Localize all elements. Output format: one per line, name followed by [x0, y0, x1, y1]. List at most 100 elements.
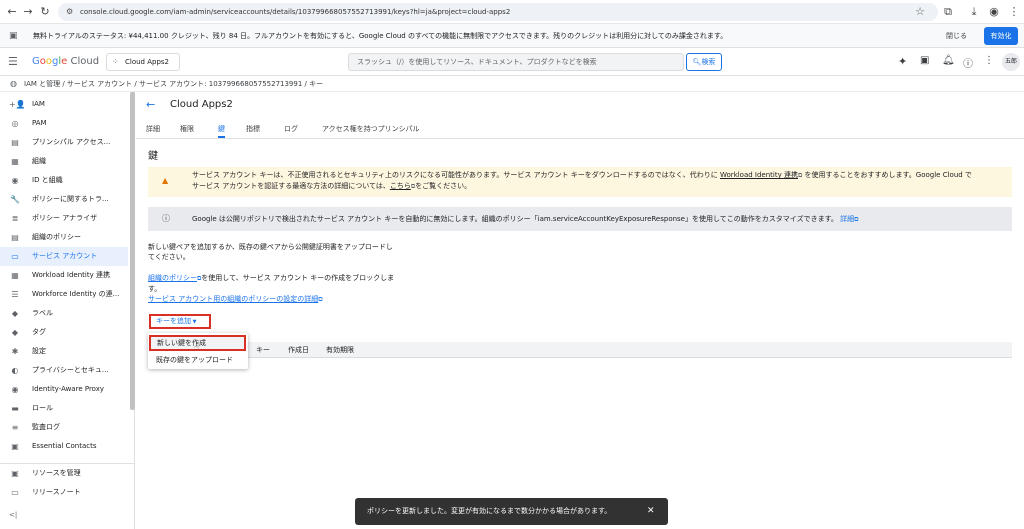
sidebar-item-icon: ≣ [11, 214, 19, 223]
keys-table-header: キー 作成日 有効期限 [148, 342, 1012, 358]
info-details-link[interactable]: 詳細 [840, 215, 854, 223]
project-icon: ⁘ [112, 57, 119, 66]
tab-divider [136, 138, 1024, 139]
sidebar-item-manage-resources[interactable]: ▣ リソースを管理 [0, 464, 128, 483]
dismiss-button[interactable]: 閉じる [946, 29, 967, 43]
column-header-expiry[interactable]: 有効期限 [326, 342, 354, 358]
warning-text-2: を使用することをおすすめします。Google Cloud で [802, 171, 972, 179]
breadcrumb-text[interactable]: IAM と管理 / サービス アカウント / サービス アカウント: 10379… [24, 76, 323, 92]
profile-icon[interactable]: ◉ [986, 4, 1002, 20]
search-input[interactable]: スラッシュ（/）を使用してリソース、ドキュメント、プロダクトなどを検索 [348, 53, 684, 71]
console-header: ☰ Google Cloud ⁘ Cloud Apps2 スラッシュ（/）を使用… [0, 48, 1024, 76]
dropdown-arrow-icon: ▼ [191, 319, 197, 325]
tab-4[interactable]: ログ [284, 122, 298, 136]
warning-line2: サービス アカウントを認証する最適な方法の詳細については、こちら⧉をご覧ください… [192, 181, 1004, 192]
sidebar-item-icon: 🔧 [10, 195, 20, 204]
sidebar-scrollbar[interactable] [130, 92, 135, 410]
tab-1[interactable]: 権限 [180, 122, 194, 136]
sidebar-item-18[interactable]: ▣ Essential Contacts [0, 437, 128, 456]
sidebar-item-8[interactable]: ▭ サービス アカウント [0, 247, 128, 266]
sidebar-item-17[interactable]: ≡ 監査ログ [0, 418, 128, 437]
sidebar-item-label: ポリシー アナライザ [32, 214, 98, 222]
help-icon[interactable]: ⓘ [963, 55, 973, 70]
main-menu-icon[interactable]: ☰ [8, 55, 18, 69]
sidebar-item-icon: ▦ [11, 271, 19, 280]
address-bar[interactable]: ⚙ console.cloud.google.com/iam-admin/ser… [58, 3, 938, 21]
activate-button[interactable]: 有効化 [984, 27, 1018, 45]
tab-0[interactable]: 詳細 [146, 122, 160, 136]
sidebar-item-13[interactable]: ✱ 設定 [0, 342, 128, 361]
sidebar-item-label: リリースノート [32, 488, 81, 496]
policy-detail-link[interactable]: サービス アカウント用の組織のポリシーの設定の詳細 [148, 295, 318, 303]
site-info-icon[interactable]: ⚙ [66, 3, 73, 21]
column-header-key[interactable]: キー [256, 342, 270, 358]
sidebar-item-label: Workforce Identity の連... [32, 290, 120, 298]
sidebar-item-0[interactable]: +👤 IAM [0, 95, 128, 114]
sidebar-item-icon: ◎ [11, 119, 19, 128]
download-icon[interactable]: ⤓ [966, 4, 982, 20]
cloud-shell-icon[interactable]: ▣ [920, 55, 929, 66]
sidebar-item-label: タグ [32, 328, 46, 336]
bookmark-star-icon[interactable]: ☆ [912, 4, 928, 20]
sidebar-item-10[interactable]: ☰ Workforce Identity の連... [0, 285, 128, 304]
reload-icon[interactable]: ↻ [37, 4, 53, 20]
sidebar-item-label: ロール [32, 404, 53, 412]
sidebar-item-12[interactable]: ◆ タグ [0, 323, 128, 342]
sidebar-item-release-notes[interactable]: ▭ リリースノート [0, 483, 128, 502]
info-text: Google は公開リポジトリで検出されたサービス アカウント キーを自動的に無… [192, 215, 838, 223]
sidebar-item-6[interactable]: ≣ ポリシー アナライザ [0, 209, 128, 228]
sidebar-item-label: ID と組織 [32, 176, 63, 184]
sidebar-item-icon: ▤ [11, 138, 19, 147]
avatar[interactable]: 五郎 [1002, 53, 1020, 71]
back-icon[interactable]: ← [4, 4, 20, 20]
close-icon[interactable]: ✕ [647, 498, 655, 525]
resource-icon: ▣ [11, 469, 19, 478]
sidebar-item-7[interactable]: ▤ 組織のポリシー [0, 228, 128, 247]
snackbar: ポリシーを更新しました。変更が有効になるまで数分かかる場合があります。 ✕ [355, 498, 668, 525]
browser-menu-icon[interactable]: ⋮ [1006, 4, 1022, 20]
menu-item-upload-key[interactable]: 既存の鍵をアップロード [148, 353, 248, 367]
extensions-icon[interactable]: ⧉ [940, 4, 956, 20]
sidebar-item-11[interactable]: ◆ ラベル [0, 304, 128, 323]
external-link-icon: ⧉ [854, 216, 859, 223]
sidebar-item-4[interactable]: ◉ ID と組織 [0, 171, 128, 190]
search-button[interactable]: 🔍︎検索 [686, 53, 722, 71]
forward-icon[interactable]: → [20, 4, 36, 20]
back-arrow-icon[interactable]: ← [146, 98, 155, 111]
details-link[interactable]: こちら [390, 182, 411, 190]
sidebar: +👤 IAM ◎ PAM ▤ プリンシパル アクセス... ▦ 組織 ◉ ID と組織 🔧 ポリシーに… [0, 92, 135, 529]
collapse-sidebar-icon[interactable]: <| [9, 511, 17, 519]
tab-2[interactable]: 鍵 [218, 122, 225, 138]
sidebar-item-label: リソースを管理 [32, 469, 81, 477]
section-title: 鍵 [148, 151, 158, 162]
more-options-icon[interactable]: ⋮ [984, 55, 994, 66]
sidebar-item-icon: ▭ [11, 252, 19, 261]
policy-text: を使用して、サービス アカウント キーの作成をブロックしま [201, 274, 395, 282]
sidebar-item-label: IAM [32, 100, 45, 108]
tab-5[interactable]: アクセス権を持つプリンシパル [322, 122, 419, 136]
sidebar-item-14[interactable]: ◐ プライバシーとセキュ... [0, 361, 128, 380]
add-key-button[interactable]: キーを追加 ▼ [149, 314, 211, 329]
sidebar-item-9[interactable]: ▦ Workload Identity 連携 [0, 266, 128, 285]
workload-identity-link[interactable]: Workload Identity 連携 [720, 171, 798, 179]
page-title: Cloud Apps2 [170, 99, 233, 110]
google-cloud-logo[interactable]: Google Cloud [32, 54, 99, 70]
sidebar-item-2[interactable]: ▤ プリンシパル アクセス... [0, 133, 128, 152]
sidebar-item-5[interactable]: 🔧 ポリシーに関するトラ... [0, 190, 128, 209]
notifications-icon[interactable]: 🔔︎ [942, 55, 955, 66]
mouse-cursor-icon: ☝ [194, 343, 200, 353]
sidebar-item-label: 組織 [32, 157, 46, 165]
sidebar-item-16[interactable]: ▬ ロール [0, 399, 128, 418]
column-header-created[interactable]: 作成日 [288, 342, 309, 358]
sidebar-item-3[interactable]: ▦ 組織 [0, 152, 128, 171]
policy-note: 組織のポリシー ⧉ を使用して、サービス アカウント キーの作成をブロックしま す。… [148, 273, 394, 305]
project-picker[interactable]: ⁘ Cloud Apps2 [106, 53, 180, 71]
sidebar-item-1[interactable]: ◎ PAM [0, 114, 128, 133]
tab-3[interactable]: 指標 [246, 122, 260, 136]
trial-banner-text: 無料トライアルのステータス: ¥44,411.00 クレジット、残り 84 日。… [33, 32, 728, 40]
sidebar-item-15[interactable]: ◉ Identity-Aware Proxy [0, 380, 128, 399]
org-policy-link[interactable]: 組織のポリシー [148, 274, 197, 282]
sidebar-item-icon: ☰ [11, 290, 19, 299]
description-line: てください。 [148, 253, 190, 261]
gemini-icon[interactable]: ✦ [898, 55, 907, 68]
